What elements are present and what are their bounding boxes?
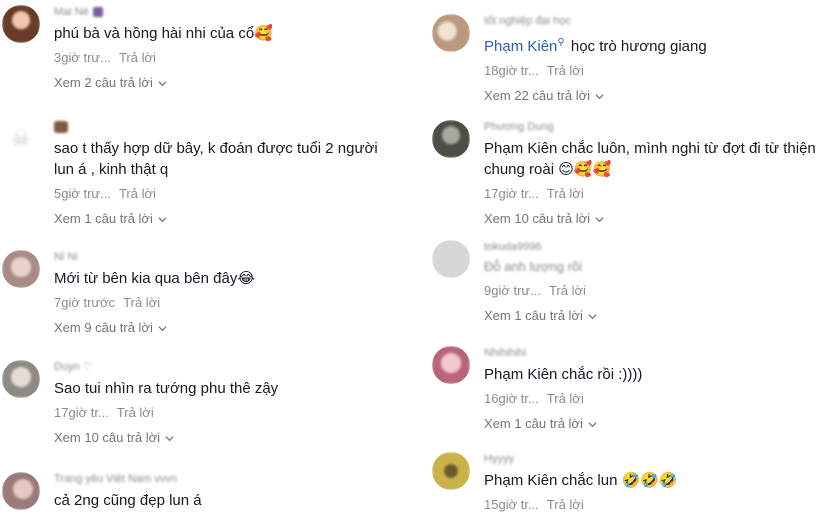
chevron-down-icon	[158, 80, 167, 86]
comment-text: Đỗ anh lượng rồi	[484, 259, 583, 274]
comment-text: sao t thấy hợp dữ bây, k đoán được tuổi …	[54, 140, 378, 178]
comment-text-body: học trò hương giang	[570, 38, 707, 55]
comment-meta: 3giờ trư... Trả lời	[54, 50, 384, 66]
username[interactable]: Duyn ♡	[54, 360, 384, 374]
comment-text: Sao tui nhìn ra tướng phu thê zậy	[54, 380, 279, 397]
username[interactable]: Phương Dung	[484, 120, 817, 134]
view-replies-label: Xem 2 câu trả lời	[54, 75, 153, 90]
comment-text: phú bà và hồng hài nhi của cổ🥰	[54, 25, 273, 42]
reply-button[interactable]: Trả lời	[549, 283, 586, 299]
avatar[interactable]	[2, 472, 40, 510]
avatar[interactable]	[2, 5, 40, 43]
comment-meta: 17giờ tr... Trả lời	[484, 186, 817, 202]
timestamp: 5giờ trư...	[54, 186, 111, 201]
reply-button[interactable]: Trả lời	[547, 497, 584, 513]
view-replies-button[interactable]: Xem 1 câu trả lời	[484, 416, 814, 432]
comment-meta: 18giờ tr... Trả lời	[484, 63, 814, 79]
comment-text: Phạm Kiên⚲ học trò hương giang	[484, 32, 814, 57]
view-replies-label: Xem 1 câu trả lời	[54, 211, 153, 226]
username-text[interactable]: Mai Nè	[54, 5, 89, 19]
reply-button[interactable]: Trả lời	[547, 186, 584, 202]
avatar[interactable]	[2, 360, 40, 398]
chevron-down-icon	[158, 216, 167, 222]
view-replies-button[interactable]: Xem 2 câu trả lời	[54, 75, 384, 91]
reply-button[interactable]: Trả lời	[123, 295, 160, 311]
comment-meta: 9giờ trư... Trả lời	[484, 283, 814, 299]
comment-meta: 15giờ tr... Trả lời	[484, 497, 814, 513]
avatar[interactable]	[2, 250, 40, 288]
view-replies-button[interactable]: Xem 9 câu trả lời	[54, 320, 384, 336]
view-replies-label: Xem 1 câu trả lời	[484, 416, 583, 431]
comment-text: Phạm Kiên chắc luôn, mình nghi từ đợt đi…	[484, 140, 816, 178]
view-replies-label: Xem 22 câu trả lời	[484, 88, 591, 103]
view-replies-button[interactable]: Xem 1 câu trả lời	[54, 211, 384, 227]
timestamp: 3giờ trư...	[54, 50, 111, 65]
avatar[interactable]: ☠	[2, 120, 40, 158]
search-icon[interactable]: ⚲	[557, 37, 564, 48]
mention-link[interactable]: Phạm Kiên	[484, 38, 557, 55]
timestamp: 16giờ tr...	[484, 391, 539, 406]
username[interactable]: Nhihihihi	[484, 346, 814, 360]
chevron-down-icon	[158, 325, 167, 331]
comment-meta: 16giờ tr... Trả lời	[484, 391, 814, 407]
view-replies-label: Xem 9 câu trả lời	[54, 320, 153, 335]
avatar-badge-icon	[54, 121, 68, 133]
reply-button[interactable]: Trả lời	[119, 50, 156, 66]
username[interactable]: tốt nghiệp đại học	[484, 14, 814, 28]
timestamp: 17giờ tr...	[484, 186, 539, 201]
chevron-down-icon	[595, 93, 604, 99]
chevron-down-icon	[588, 313, 597, 319]
reply-button[interactable]: Trả lời	[547, 391, 584, 407]
timestamp: 7giờ trước	[54, 295, 116, 310]
comment-text: Mới từ bên kia qua bên đây😂	[54, 270, 255, 287]
comment-text: Phạm Kiên chắc rồi :))))	[484, 366, 643, 383]
username[interactable]: tokuda9996	[484, 240, 814, 254]
view-replies-button[interactable]: Xem 1 câu trả lời	[484, 308, 814, 324]
view-replies-label: Xem 10 câu trả lời	[54, 430, 161, 445]
avatar[interactable]	[432, 452, 470, 490]
timestamp: 18giờ tr...	[484, 63, 539, 78]
avatar[interactable]	[432, 240, 470, 278]
username[interactable]: Ni Ni	[54, 250, 384, 264]
avatar[interactable]	[432, 120, 470, 158]
chevron-down-icon	[595, 216, 604, 222]
chevron-down-icon	[588, 421, 597, 427]
comment-meta: 5giờ trư... Trả lời	[54, 186, 384, 202]
chevron-down-icon	[165, 435, 174, 441]
username[interactable]	[54, 120, 384, 134]
reply-button[interactable]: Trả lời	[119, 186, 156, 202]
comment-meta: 17giờ tr... Trả lời	[54, 405, 384, 421]
avatar-badge-icon	[92, 7, 103, 17]
timestamp: 17giờ tr...	[54, 405, 109, 420]
username[interactable]: Mai Nè	[54, 5, 384, 19]
username[interactable]: Hyyyy	[484, 452, 814, 466]
comment-meta: 7giờ trước Trả lời	[54, 295, 384, 311]
view-replies-button[interactable]: Xem 10 câu trả lời	[484, 211, 817, 227]
skull-icon: ☠	[11, 126, 31, 151]
timestamp: 15giờ tr...	[484, 497, 539, 512]
comment-text: Phạm Kiên chắc lun 🤣🤣🤣	[484, 472, 678, 489]
reply-button[interactable]: Trả lời	[547, 63, 584, 79]
view-replies-button[interactable]: Xem 22 câu trả lời	[484, 88, 814, 104]
view-replies-button[interactable]: Xem 10 câu trả lời	[54, 430, 384, 446]
avatar[interactable]	[432, 346, 470, 384]
username[interactable]: Trang yêu Việt Nam vvvn	[54, 472, 384, 486]
avatar[interactable]	[432, 14, 470, 52]
view-replies-label: Xem 1 câu trả lời	[484, 308, 583, 323]
timestamp: 9giờ trư...	[484, 283, 541, 298]
comment-text: cả 2ng cũng đẹp lun á	[54, 492, 202, 509]
reply-button[interactable]: Trả lời	[117, 405, 154, 421]
view-replies-label: Xem 10 câu trả lời	[484, 211, 591, 226]
